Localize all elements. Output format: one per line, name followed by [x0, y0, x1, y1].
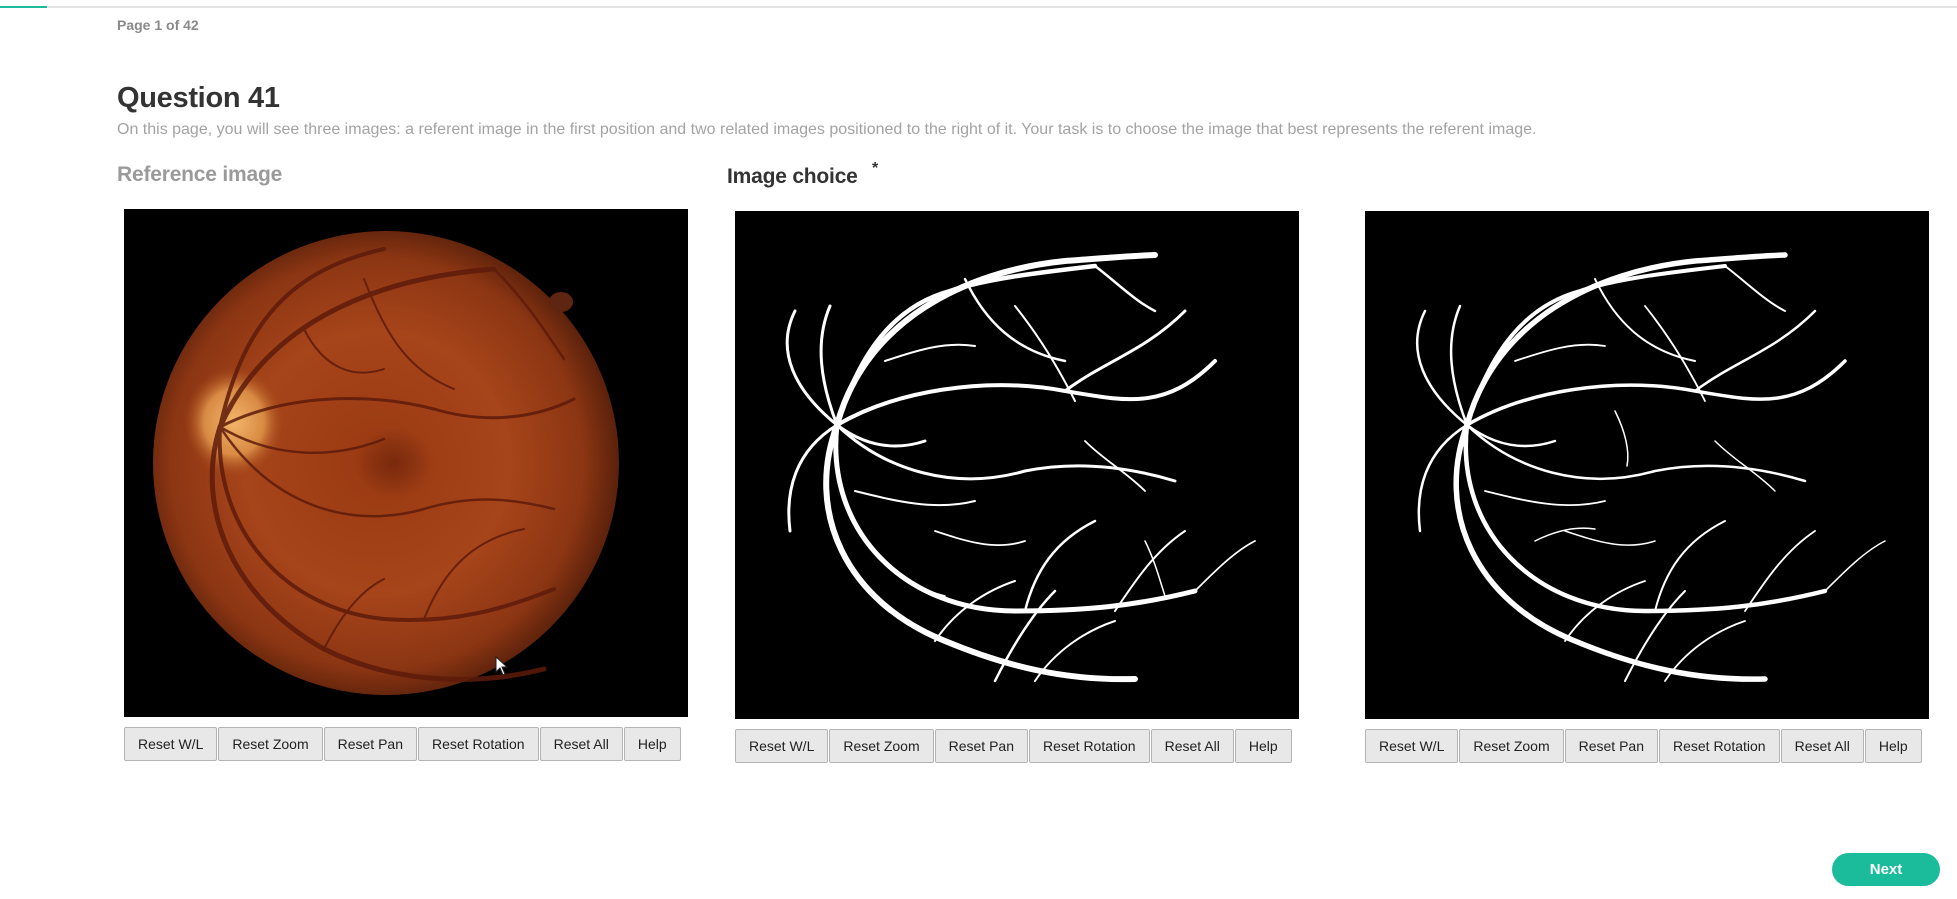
reset-pan-button[interactable]: Reset Pan — [1564, 729, 1658, 763]
fundus-image — [153, 231, 619, 695]
next-button[interactable]: Next — [1832, 853, 1940, 886]
image-choice-a[interactable] — [735, 211, 1299, 719]
help-button[interactable]: Help — [1234, 729, 1292, 763]
reset-rotation-button[interactable]: Reset Rotation — [1658, 729, 1780, 763]
image-choice-label: Image choice — [727, 165, 858, 188]
page-indicator: Page 1 of 42 — [117, 17, 199, 33]
reset-wl-button[interactable]: Reset W/L — [124, 727, 218, 761]
reset-wl-button[interactable]: Reset W/L — [735, 729, 829, 763]
reset-pan-button[interactable]: Reset Pan — [323, 727, 417, 761]
reference-viewer-toolbar: Reset W/L Reset Zoom Reset Pan Reset Rot… — [124, 727, 682, 761]
reset-wl-button[interactable]: Reset W/L — [1365, 729, 1459, 763]
progress-bar-fill — [0, 6, 47, 8]
mouse-pointer-icon — [495, 656, 509, 676]
reference-image-label: Reference image — [117, 163, 283, 186]
question-title: Question 41 — [117, 82, 280, 114]
reset-all-button[interactable]: Reset All — [1780, 729, 1864, 763]
vessel-segmentation-image — [785, 252, 1256, 683]
reset-zoom-button[interactable]: Reset Zoom — [1459, 729, 1564, 763]
choice-a-viewer-toolbar: Reset W/L Reset Zoom Reset Pan Reset Rot… — [735, 729, 1293, 763]
vessel-segmentation-image — [1415, 252, 1886, 682]
help-button[interactable]: Help — [1864, 729, 1922, 763]
reset-zoom-button[interactable]: Reset Zoom — [829, 729, 934, 763]
help-button[interactable]: Help — [623, 727, 681, 761]
reset-all-button[interactable]: Reset All — [539, 727, 623, 761]
image-choice-b[interactable] — [1365, 211, 1929, 719]
progress-bar — [0, 6, 1957, 8]
reset-rotation-button[interactable]: Reset Rotation — [417, 727, 539, 761]
question-description: On this page, you will see three images:… — [117, 121, 1537, 138]
reset-pan-button[interactable]: Reset Pan — [934, 729, 1028, 763]
reset-zoom-button[interactable]: Reset Zoom — [218, 727, 323, 761]
reference-image-viewer[interactable] — [124, 209, 688, 717]
reset-rotation-button[interactable]: Reset Rotation — [1028, 729, 1150, 763]
required-indicator: * — [872, 160, 879, 177]
choice-b-viewer-toolbar: Reset W/L Reset Zoom Reset Pan Reset Rot… — [1365, 729, 1923, 763]
reset-all-button[interactable]: Reset All — [1150, 729, 1234, 763]
